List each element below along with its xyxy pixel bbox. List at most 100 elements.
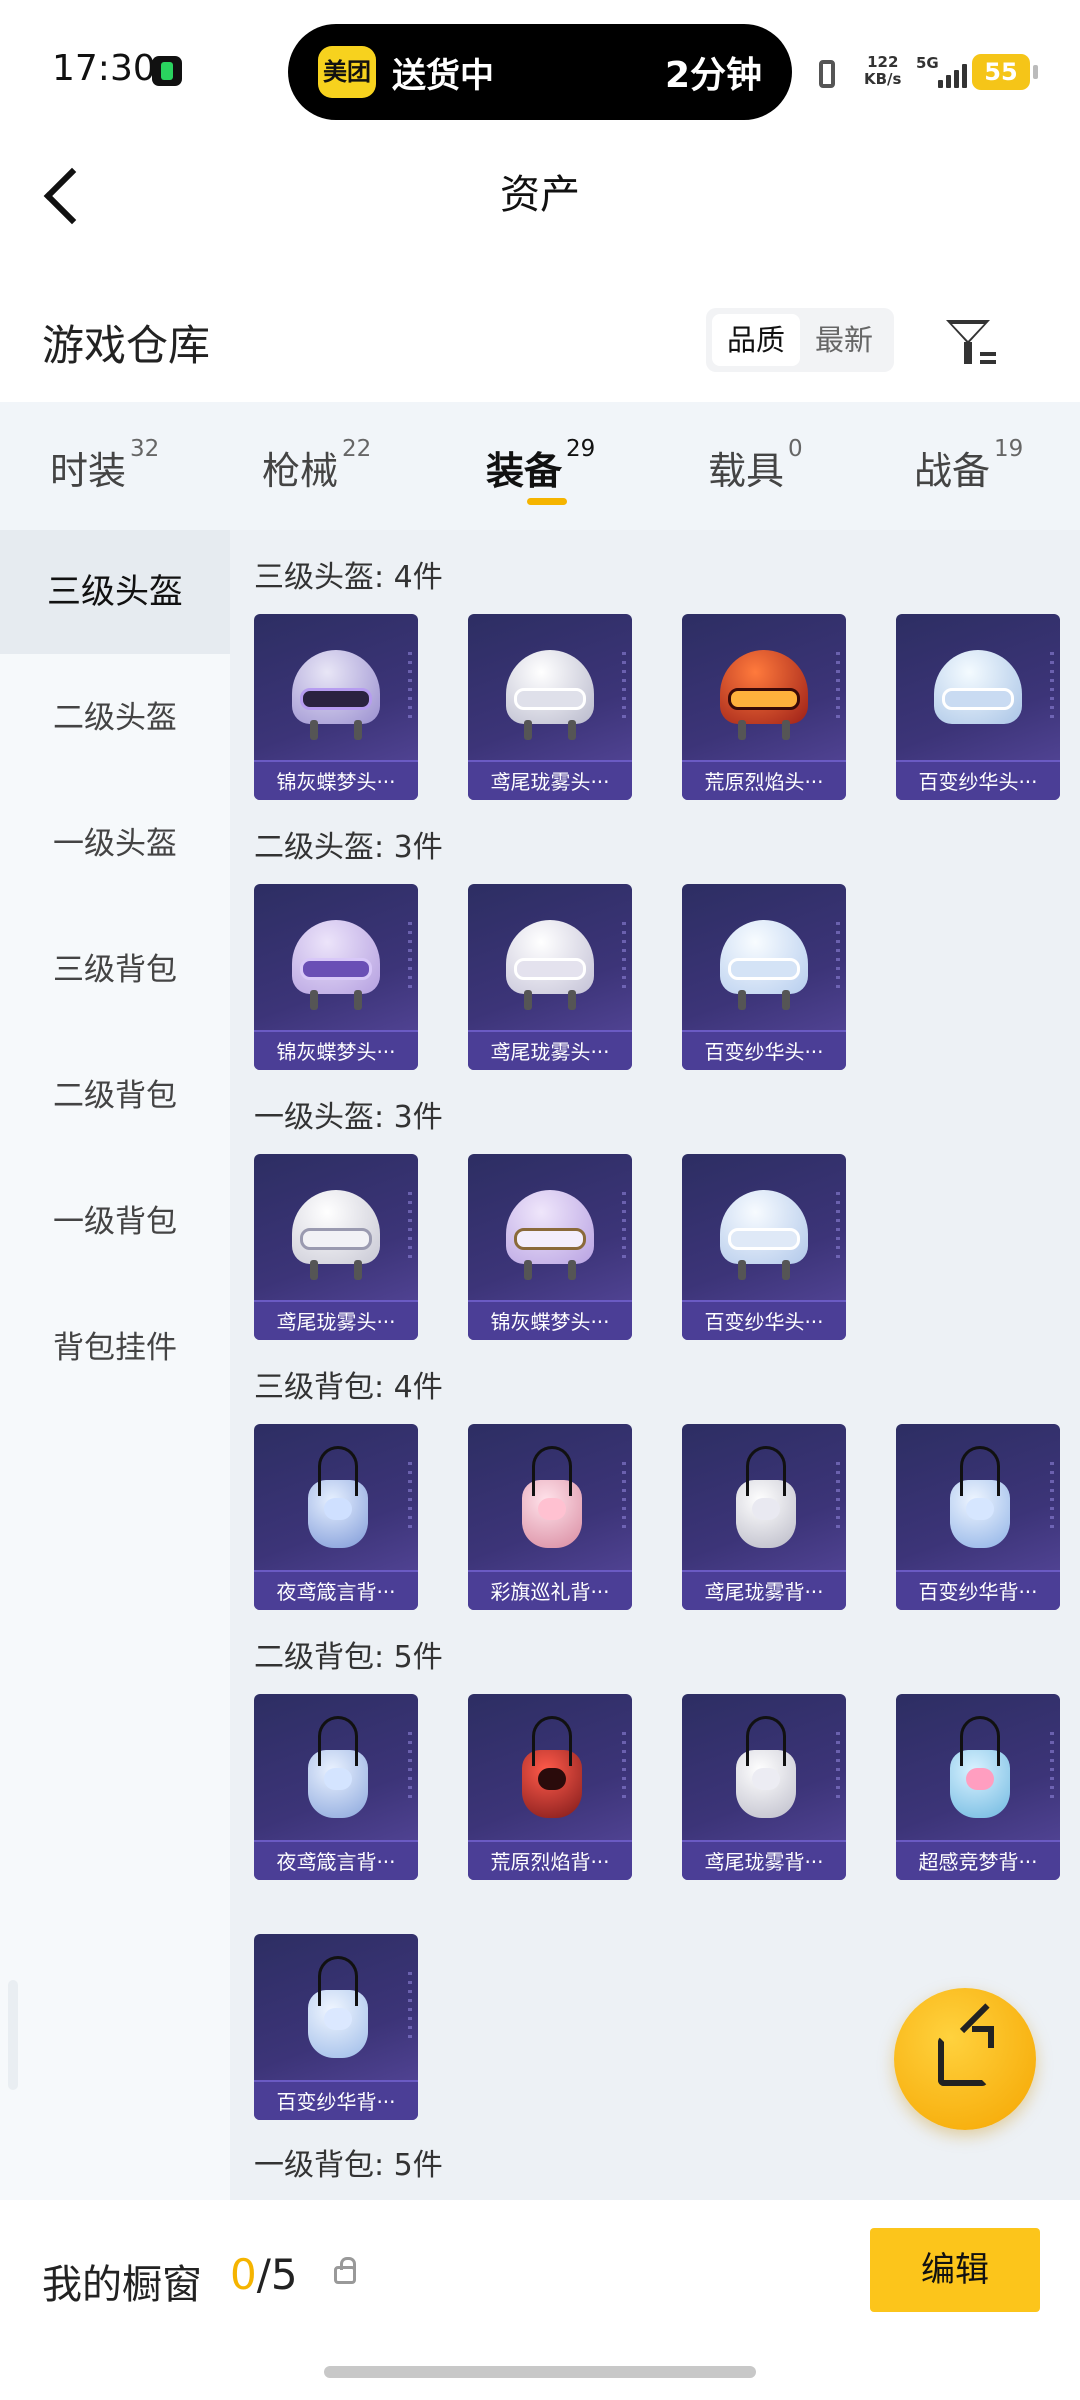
item-name: 荒原烈焰背··· xyxy=(468,1840,632,1880)
item-card[interactable]: 夜鸢箴言背··· xyxy=(254,1424,418,1610)
item-name: 百变纱华头··· xyxy=(896,760,1060,800)
sort-quality-button[interactable]: 品质 xyxy=(712,314,800,366)
meituan-logo: 美团 xyxy=(318,46,376,98)
section-title-level1-helmet: 一级头盔: 3件 xyxy=(254,1100,443,1135)
sort-newest-button[interactable]: 最新 xyxy=(800,314,888,366)
item-card[interactable]: 鸢尾珑雾头··· xyxy=(468,884,632,1070)
lock-icon xyxy=(334,2257,356,2284)
tab-supplies[interactable]: 战备 19 xyxy=(914,436,1023,495)
network-type: 5G xyxy=(916,54,939,72)
delivery-status: 送货中 xyxy=(392,56,494,96)
item-card[interactable]: 荒原烈焰背··· xyxy=(468,1694,632,1880)
item-card[interactable]: 百变纱华头··· xyxy=(682,1154,846,1340)
sidebar-item-level1-helmet[interactable]: 一级头盔 xyxy=(0,782,230,906)
item-card[interactable]: 彩旗巡礼背··· xyxy=(468,1424,632,1610)
sidebar-item-level1-backpack[interactable]: 一级背包 xyxy=(0,1160,230,1284)
item-name: 鸢尾珑雾头··· xyxy=(254,1300,418,1340)
helmet-image xyxy=(292,650,380,740)
backpack-image xyxy=(736,1446,796,1548)
item-card[interactable]: 锦灰蝶梦头··· xyxy=(468,1154,632,1340)
tab-vehicles[interactable]: 载具 0 xyxy=(708,436,803,495)
vibrate-icon xyxy=(812,56,842,90)
helmet-image xyxy=(720,920,808,1010)
music-app-icon xyxy=(152,56,182,86)
backpack-image xyxy=(950,1716,1010,1818)
item-grid: 三级头盔: 4件 锦灰蝶梦头··· 鸢尾珑雾头··· 荒原烈焰头··· 百变纱华… xyxy=(230,530,1080,2200)
section-title-level1-backpack: 一级背包: 5件 xyxy=(254,2148,443,2183)
helmet-image xyxy=(720,1190,808,1280)
backpack-image xyxy=(308,1446,368,1548)
helmet-image xyxy=(934,650,1022,724)
delivery-eta: 2分钟 xyxy=(664,55,762,96)
sidebar-item-level2-helmet[interactable]: 二级头盔 xyxy=(0,656,230,780)
item-name: 鸢尾珑雾背··· xyxy=(682,1840,846,1880)
item-name: 锦灰蝶梦头··· xyxy=(468,1300,632,1340)
item-name: 百变纱华背··· xyxy=(254,2080,418,2120)
item-card[interactable]: 鸢尾珑雾头··· xyxy=(254,1154,418,1340)
helmet-image xyxy=(506,920,594,1010)
item-card[interactable]: 百变纱华头··· xyxy=(682,884,846,1070)
sidebar-item-backpack-charm[interactable]: 背包挂件 xyxy=(0,1286,230,1410)
section-title-level2-helmet: 二级头盔: 3件 xyxy=(254,830,443,865)
item-name: 彩旗巡礼背··· xyxy=(468,1570,632,1610)
network-speed: 122 KB/s xyxy=(864,53,902,88)
item-card[interactable]: 锦灰蝶梦头··· xyxy=(254,884,418,1070)
section-title-level2-backpack: 二级背包: 5件 xyxy=(254,1640,443,1675)
sidebar-item-level3-helmet[interactable]: 三级头盔 xyxy=(0,530,230,654)
item-card[interactable]: 荒原烈焰头··· xyxy=(682,614,846,800)
item-name: 超感竞梦背··· xyxy=(896,1840,1060,1880)
sidebar-item-level3-backpack[interactable]: 三级背包 xyxy=(0,908,230,1032)
item-card[interactable]: 百变纱华背··· xyxy=(896,1424,1060,1610)
edit-button[interactable]: 编辑 xyxy=(870,2228,1040,2312)
item-name: 百变纱华背··· xyxy=(896,1570,1060,1610)
warehouse-title: 游戏仓库 xyxy=(42,321,211,370)
bottom-bar: 我的橱窗 0/5 编辑 xyxy=(0,2200,1080,2400)
status-indicators: 122 KB/s 5G 55 xyxy=(808,48,1058,96)
sidebar-item-level2-backpack[interactable]: 二级背包 xyxy=(0,1034,230,1158)
dynamic-island[interactable]: 美团 送货中 2分钟 xyxy=(288,24,792,120)
section-title-level3-helmet: 三级头盔: 4件 xyxy=(254,560,443,595)
item-name: 百变纱华头··· xyxy=(682,1300,846,1340)
item-card[interactable]: 锦灰蝶梦头··· xyxy=(254,614,418,800)
item-card[interactable]: 百变纱华背··· xyxy=(254,1934,418,2120)
item-card[interactable]: 鸢尾珑雾背··· xyxy=(682,1694,846,1880)
backpack-image xyxy=(736,1716,796,1818)
share-button[interactable] xyxy=(894,1988,1036,2130)
showcase-count: 0/5 xyxy=(230,2250,298,2299)
item-name: 鸢尾珑雾头··· xyxy=(468,760,632,800)
item-name: 鸢尾珑雾头··· xyxy=(468,1030,632,1070)
item-name: 夜鸢箴言背··· xyxy=(254,1570,418,1610)
item-name: 锦灰蝶梦头··· xyxy=(254,760,418,800)
item-card[interactable]: 夜鸢箴言背··· xyxy=(254,1694,418,1880)
item-card[interactable]: 百变纱华头··· xyxy=(896,614,1060,800)
showcase-label: 我的橱窗 xyxy=(42,2262,202,2308)
item-name: 夜鸢箴言背··· xyxy=(254,1840,418,1880)
tab-guns[interactable]: 枪械 22 xyxy=(262,436,371,495)
category-tabs: 时装 32 枪械 22 装备 29 载具 0 战备 19 xyxy=(0,402,1080,530)
helmet-image xyxy=(720,650,808,740)
status-bar: 17:30 美团 送货中 2分钟 122 KB/s 5G 55 xyxy=(0,0,1080,140)
helmet-image xyxy=(292,1190,380,1280)
sidebar-scrollbar[interactable] xyxy=(8,1980,18,2090)
tab-fashion[interactable]: 时装 32 xyxy=(50,436,159,495)
section-title-level3-backpack: 三级背包: 4件 xyxy=(254,1370,443,1405)
warehouse-header: 游戏仓库 品质 最新 xyxy=(0,290,1080,400)
backpack-image xyxy=(308,1716,368,1818)
battery-icon: 55 xyxy=(972,54,1038,90)
home-indicator[interactable] xyxy=(324,2366,756,2378)
helmet-image xyxy=(506,650,594,740)
helmet-image xyxy=(506,1190,594,1280)
page-title: 资产 xyxy=(500,172,580,218)
backpack-image xyxy=(522,1446,582,1548)
item-card[interactable]: 鸢尾珑雾头··· xyxy=(468,614,632,800)
sort-toggle: 品质 最新 xyxy=(706,308,894,372)
item-card[interactable]: 超感竞梦背··· xyxy=(896,1694,1060,1880)
backpack-image xyxy=(308,1956,368,2058)
item-card[interactable]: 鸢尾珑雾背··· xyxy=(682,1424,846,1610)
backpack-image xyxy=(950,1446,1010,1548)
nav-bar: 资产 xyxy=(0,140,1080,250)
tab-equipment[interactable]: 装备 29 xyxy=(486,436,595,495)
backpack-image xyxy=(522,1716,582,1818)
filter-icon[interactable] xyxy=(942,314,1002,370)
active-tab-indicator xyxy=(527,498,567,505)
